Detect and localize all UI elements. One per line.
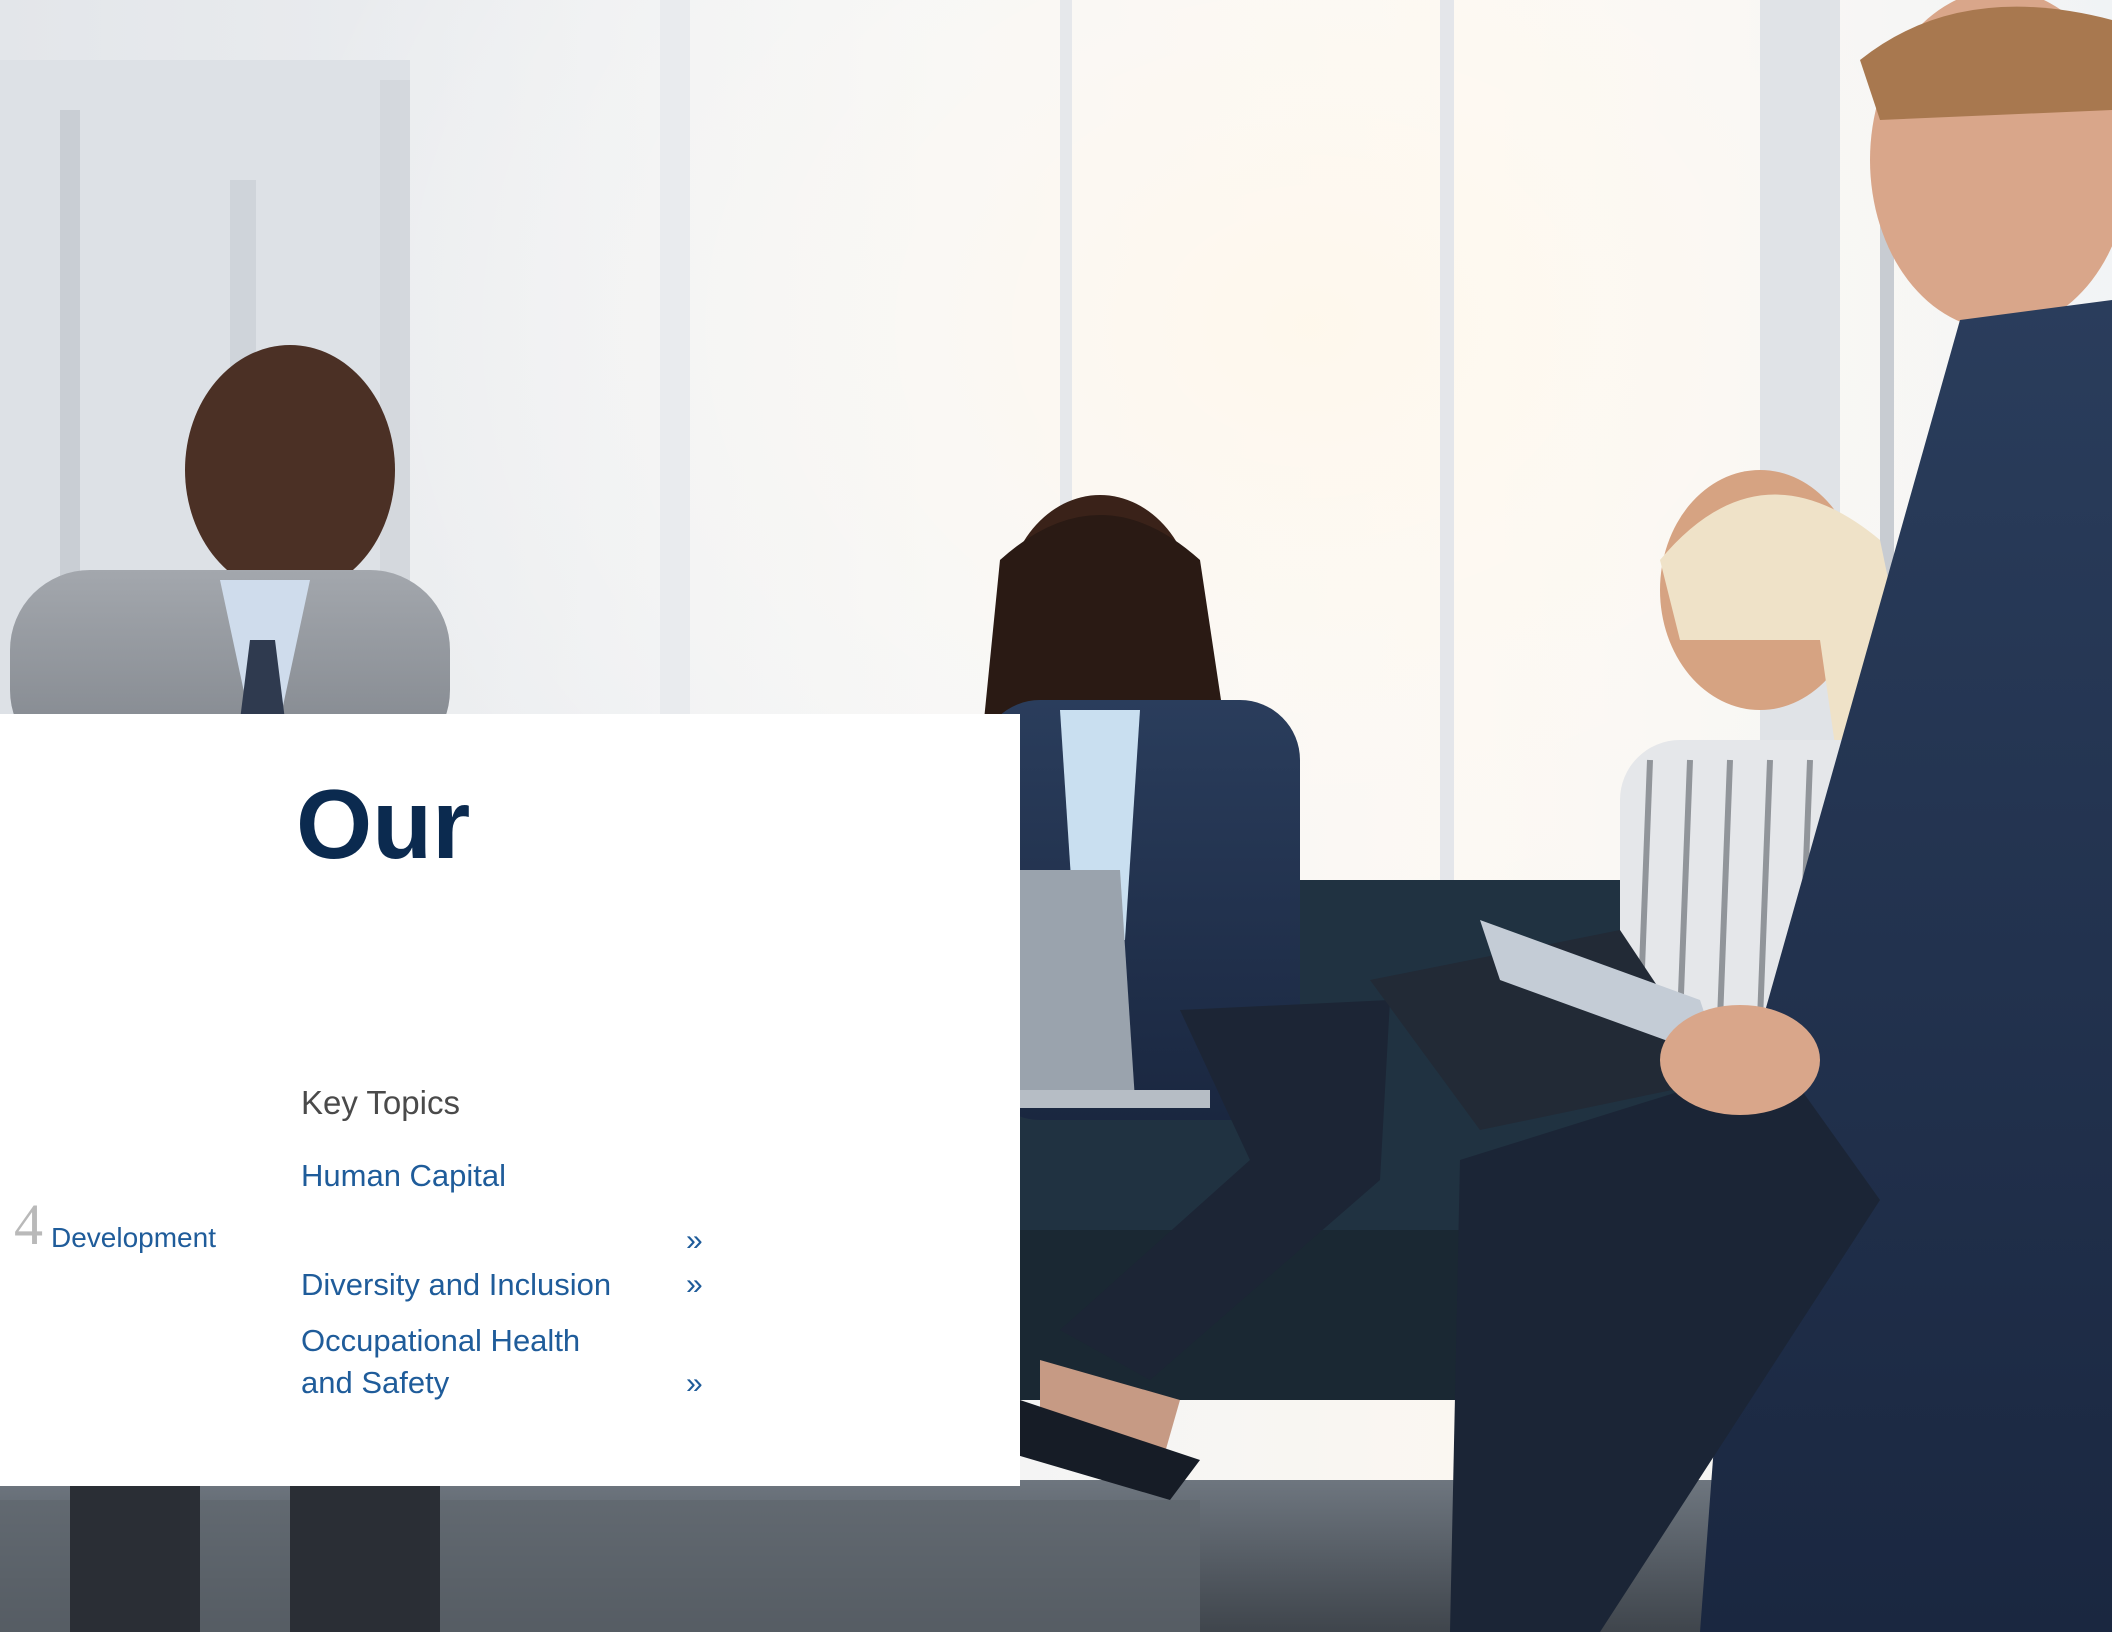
topic-link-occupational-health-line1[interactable]: Occupational Health — [301, 1320, 580, 1362]
chevron-right-icon[interactable]: » — [686, 1270, 703, 1300]
chevron-right-icon[interactable]: » — [686, 1226, 703, 1256]
side-label-development[interactable]: Development — [51, 1222, 216, 1254]
topic-link-human-capital[interactable]: Human Capital — [301, 1155, 506, 1197]
page-title: Our — [296, 769, 471, 879]
key-topics-heading: Key Topics — [301, 1084, 460, 1121]
topic-link-diversity-and-inclusion[interactable]: Diversity and Inclusion — [301, 1264, 611, 1306]
page: Our Key Topics Human Capital » Diversity… — [0, 0, 2112, 1632]
page-number: 4 — [14, 1192, 43, 1257]
content-panel — [0, 714, 1020, 1486]
chevron-right-icon[interactable]: » — [686, 1369, 703, 1399]
topic-link-occupational-health-line2[interactable]: and Safety — [301, 1362, 449, 1404]
